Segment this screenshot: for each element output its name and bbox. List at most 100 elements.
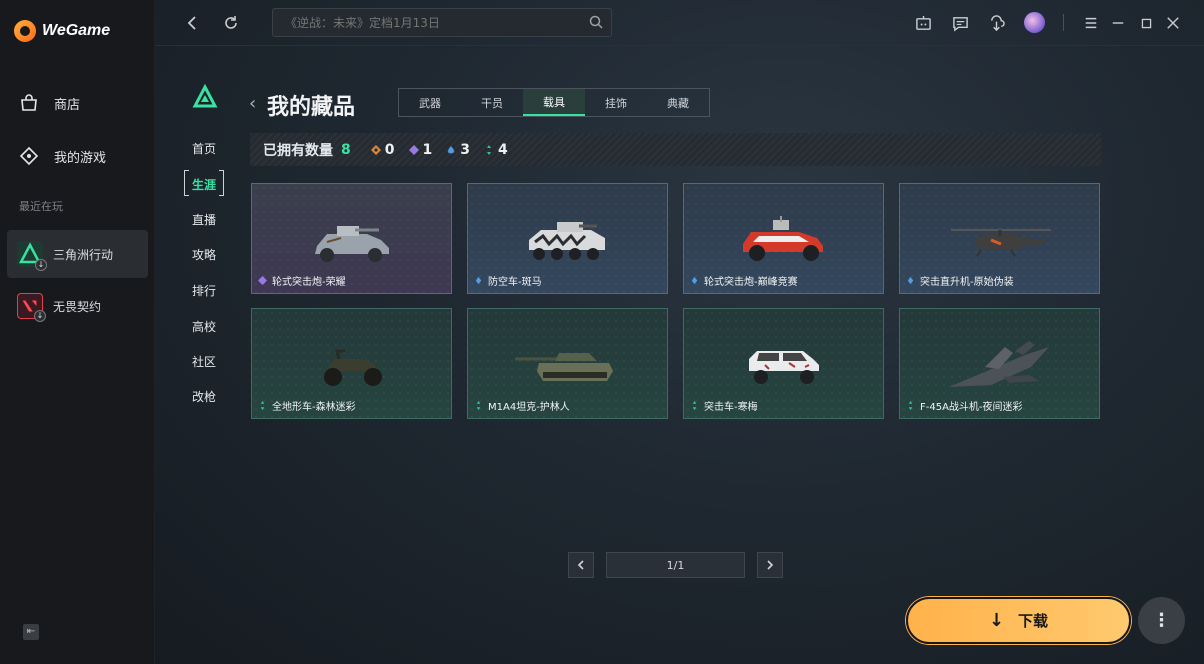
chevron-right-icon [767,560,774,570]
green-rarity-icon [692,401,697,410]
game-nav-ranking[interactable]: 排行 [192,282,216,299]
valorant-icon: ↓ [17,293,46,322]
vehicle-name: F-45A战斗机-夜间迷彩 [920,402,1023,413]
game-nav-live[interactable]: 直播 [192,211,216,228]
main-content: 首页 生涯 直播 攻略 排行 高校 社区 改枪 ‹ 我的藏品 武器 干员 载具 … [155,0,1204,664]
menu-icon[interactable] [1080,12,1102,34]
vehicle-name: 轮式突击炮-巅峰竞赛 [704,277,798,288]
game-nav-community[interactable]: 社区 [192,353,216,370]
recent-label: 最近在玩 [19,200,63,213]
tab-vehicles[interactable]: 载具 [523,89,585,116]
avatar[interactable] [1024,12,1045,33]
vehicle-card[interactable]: 轮式突击炮-巅峰竞赛 [683,183,884,294]
download-badge-icon: ↓ [34,310,46,322]
vehicle-card[interactable]: 轮式突击炮-荣耀 [251,183,452,294]
search-icon[interactable] [589,15,603,29]
vehicle-card[interactable]: M1A4坦克-护林人 [467,308,668,419]
collapse-sidebar-icon[interactable]: ⇤ [23,624,39,640]
vehicle-name: 防空车-斑马 [488,277,542,288]
search-box [272,8,612,37]
download-label: 下载 [1018,612,1049,630]
page-indicator: 1/1 [606,552,745,578]
gamepad-icon [18,145,40,167]
blue-rarity-icon [691,276,698,285]
message-icon[interactable] [949,12,971,34]
wegame-logo[interactable]: WeGame [14,20,110,42]
blue-count: 3 [446,142,470,158]
buggy-image [742,216,823,261]
apc-image [528,222,605,260]
close-icon[interactable] [1162,12,1184,34]
vehicle-name: 全地形车-森林迷彩 [272,402,356,413]
page-title: 我的藏品 [267,95,356,120]
vehicle-card[interactable]: 突击直升机-原始伪装 [899,183,1100,294]
game-nav-guide[interactable]: 攻略 [192,246,216,263]
prev-page-button[interactable] [568,552,594,578]
download-button[interactable]: ↓ 下载 [906,597,1131,644]
collection-tabs: 武器 干员 载具 挂饰 典藏 [398,88,710,117]
vehicle-name: 突击直升机-原始伪装 [920,277,1014,288]
minimize-icon[interactable] [1107,12,1129,34]
back-icon[interactable] [182,12,204,34]
owned-label: 已拥有数量 [263,142,333,159]
armored-car-image [314,226,389,262]
helicopter-image [950,229,1051,257]
blue-rarity-icon [475,276,482,285]
purple-rarity-icon [258,276,267,285]
gold-count: 0 [370,142,395,158]
blue-rarity-icon [447,145,455,154]
vehicle-card[interactable]: 全地形车-森林迷彩 [251,308,452,419]
tab-operators[interactable]: 干员 [461,89,523,116]
sidebar-item-shop[interactable]: 商店 [18,92,80,114]
app-name: WeGame [42,22,111,39]
chevron-left-icon[interactable]: ‹ [249,93,256,114]
wegame-logo-icon [14,20,36,42]
vehicle-name: 轮式突击炮-荣耀 [272,277,346,288]
next-page-button[interactable] [757,552,783,578]
game-nav-home[interactable]: 首页 [192,140,216,157]
refresh-icon[interactable] [220,12,242,34]
more-options-icon[interactable]: ⋮ [1138,597,1185,644]
blue-rarity-icon [907,276,914,285]
bot-icon[interactable] [912,12,934,34]
owned-total: 8 [341,141,351,158]
green-rarity-icon [487,144,491,155]
vehicle-card[interactable]: 防空车-斑马 [467,183,668,294]
vehicle-card[interactable]: 突击车-寒梅 [683,308,884,419]
tank-image [514,353,613,381]
jet-image [948,341,1049,387]
sidebar-item-my-games[interactable]: 我的游戏 [18,145,106,167]
app-sidebar: WeGame 商店 我的游戏 最近在玩 ↓ 三角洲行动 ↓ 无畏契约 ⇤ [0,0,155,664]
download-arrow-icon: ↓ [988,610,1005,631]
suv-image [748,351,819,384]
atv-image [323,349,382,386]
game-item-valorant[interactable]: ↓ 无畏契约 [7,282,148,330]
search-input[interactable] [273,9,573,36]
gold-rarity-icon [370,144,381,155]
game-nav-career[interactable]: 生涯 [183,170,225,196]
tab-collectibles[interactable]: 典藏 [647,89,709,116]
delta-force-icon: ↓ [17,241,47,271]
game-nav-gun-mod[interactable]: 改枪 [192,388,216,405]
maximize-icon[interactable] [1135,12,1157,34]
download-manager-icon[interactable] [985,12,1007,34]
green-rarity-icon [908,401,913,410]
vehicle-name: M1A4坦克-护林人 [488,402,570,413]
tab-weapons[interactable]: 武器 [399,89,461,116]
shop-bag-icon [18,92,40,114]
green-count: 4 [484,142,508,158]
game-nav-college[interactable]: 高校 [192,318,216,335]
sidebar-item-label: 商店 [54,97,81,113]
sidebar-item-label: 我的游戏 [54,150,107,166]
green-rarity-icon [476,401,481,410]
purple-count: 1 [408,142,432,158]
delta-force-logo-icon [192,84,218,108]
vehicle-card[interactable]: F-45A战斗机-夜间迷彩 [899,308,1100,419]
purple-rarity-icon [408,144,419,155]
game-item-delta-force[interactable]: ↓ 三角洲行动 [7,230,148,278]
tab-charms[interactable]: 挂饰 [585,89,647,116]
owned-stats-bar: 已拥有数量 8 0 1 3 4 [250,133,1101,166]
game-item-label: 无畏契约 [53,299,102,314]
game-item-label: 三角洲行动 [53,247,114,262]
chevron-left-icon [577,560,584,570]
